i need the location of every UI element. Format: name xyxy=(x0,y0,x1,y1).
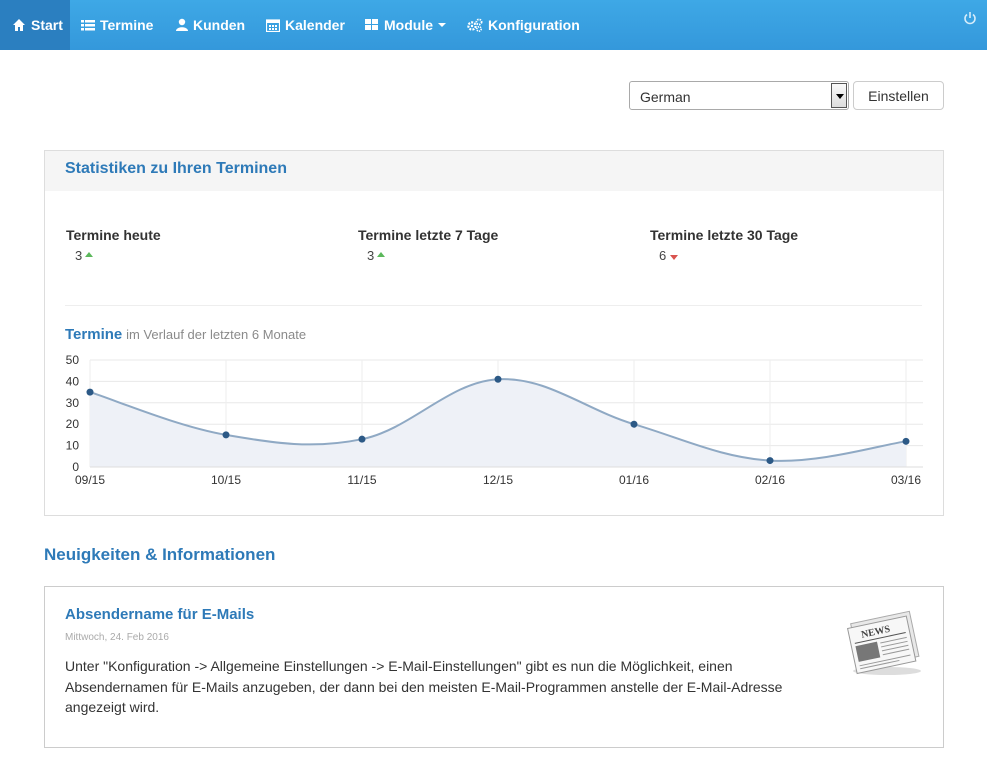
stats-panel-header: Statistiken zu Ihren Terminen xyxy=(45,151,943,191)
nav-module-label: Module xyxy=(384,17,433,33)
nav-kunden[interactable]: Kunden xyxy=(176,0,245,50)
series-area xyxy=(90,379,906,467)
y-tick-label: 20 xyxy=(66,417,80,431)
stat-7days-label: Termine letzte 7 Tage xyxy=(358,227,499,243)
data-point xyxy=(358,435,366,443)
stat-30days-value: 6 xyxy=(659,248,667,263)
grid-icon xyxy=(365,18,379,32)
stat-today: Termine heute 3 xyxy=(66,227,161,263)
set-language-button[interactable]: Einstellen xyxy=(853,81,944,110)
x-tick-label: 10/15 xyxy=(211,473,241,487)
stat-today-label: Termine heute xyxy=(66,227,161,243)
stat-30days-label: Termine letzte 30 Tage xyxy=(650,227,799,243)
stat-30days-value-wrap: 6 xyxy=(659,248,679,263)
stats-divider xyxy=(65,305,922,306)
trend-down-icon xyxy=(670,255,679,260)
chart-title: Termine im Verlauf der letzten 6 Monate xyxy=(65,326,306,343)
stat-7days-value: 3 xyxy=(367,248,375,263)
y-tick-label: 0 xyxy=(72,460,79,474)
stat-7days: Termine letzte 7 Tage 3 xyxy=(358,227,499,263)
nav-kalender[interactable]: Kalender xyxy=(265,0,345,50)
nav-termine[interactable]: Termine xyxy=(81,0,153,50)
stat-30days: Termine letzte 30 Tage 6 xyxy=(650,227,799,263)
news-body: Unter "Konfiguration -> Allgemeine Einst… xyxy=(65,658,783,715)
newspaper-icon: NEWS xyxy=(846,610,921,675)
nav-termine-label: Termine xyxy=(100,17,154,33)
data-point xyxy=(86,388,94,396)
x-tick-label: 02/16 xyxy=(755,473,785,487)
nav-kalender-label: Kalender xyxy=(285,17,345,33)
caret-down-icon xyxy=(438,23,446,27)
y-tick-label: 40 xyxy=(66,374,80,388)
news-title[interactable]: Absendername für E-Mails xyxy=(65,606,254,623)
stat-7days-value-wrap: 3 xyxy=(367,248,386,263)
nav-module-dropdown[interactable]: Module xyxy=(365,0,446,50)
nav-kunden-label: Kunden xyxy=(193,17,246,33)
x-tick-label: 03/16 xyxy=(891,473,921,487)
power-icon[interactable] xyxy=(963,11,977,25)
data-point xyxy=(902,437,910,445)
x-tick-label: 12/15 xyxy=(483,473,513,487)
nav-konfiguration[interactable]: Konfiguration xyxy=(467,0,580,50)
stats-panel-title: Statistiken zu Ihren Terminen xyxy=(65,160,287,177)
nav-start-label: Start xyxy=(31,17,63,33)
stat-today-value-wrap: 3 xyxy=(75,248,94,263)
chart-title-sub: im Verlauf der letzten 6 Monate xyxy=(126,327,307,342)
news-heading: Neuigkeiten & Informationen xyxy=(44,545,276,564)
gears-icon xyxy=(467,18,483,33)
stat-today-value: 3 xyxy=(75,248,83,263)
nav-konfiguration-label: Konfiguration xyxy=(488,17,580,33)
y-tick-label: 30 xyxy=(66,396,80,410)
stats-panel: Statistiken zu Ihren Terminen Termine he… xyxy=(44,150,944,516)
news-date: Mittwoch, 24. Feb 2016 xyxy=(65,632,169,643)
user-icon xyxy=(176,18,188,32)
x-tick-label: 11/15 xyxy=(347,473,376,487)
data-point xyxy=(630,420,638,428)
data-point xyxy=(494,375,502,383)
y-tick-label: 50 xyxy=(66,353,80,367)
trend-up-icon xyxy=(85,252,94,257)
list-icon xyxy=(81,18,95,32)
data-point xyxy=(766,457,774,465)
data-point xyxy=(222,431,230,439)
home-icon xyxy=(12,18,26,32)
x-tick-label: 01/16 xyxy=(619,473,649,487)
chevron-down-icon[interactable] xyxy=(831,83,847,108)
news-item: Absendername für E-Mails Mittwoch, 24. F… xyxy=(44,586,944,748)
y-tick-label: 10 xyxy=(66,439,80,453)
nav-start[interactable]: Start xyxy=(0,0,70,50)
appointments-area-chart: 0 10 20 30 40 50 09/15 10/15 11/15 12/15 01/16 02/1… xyxy=(66,353,923,487)
chart-title-main: Termine xyxy=(65,326,123,343)
x-tick-label: 09/15 xyxy=(75,473,105,487)
trend-up-icon xyxy=(377,252,386,257)
calendar-icon xyxy=(265,18,281,33)
language-select[interactable]: German xyxy=(629,81,849,110)
top-navbar: Start Termine Kunden Kalender Module Kon… xyxy=(0,0,987,50)
language-select-value: German xyxy=(640,89,691,105)
